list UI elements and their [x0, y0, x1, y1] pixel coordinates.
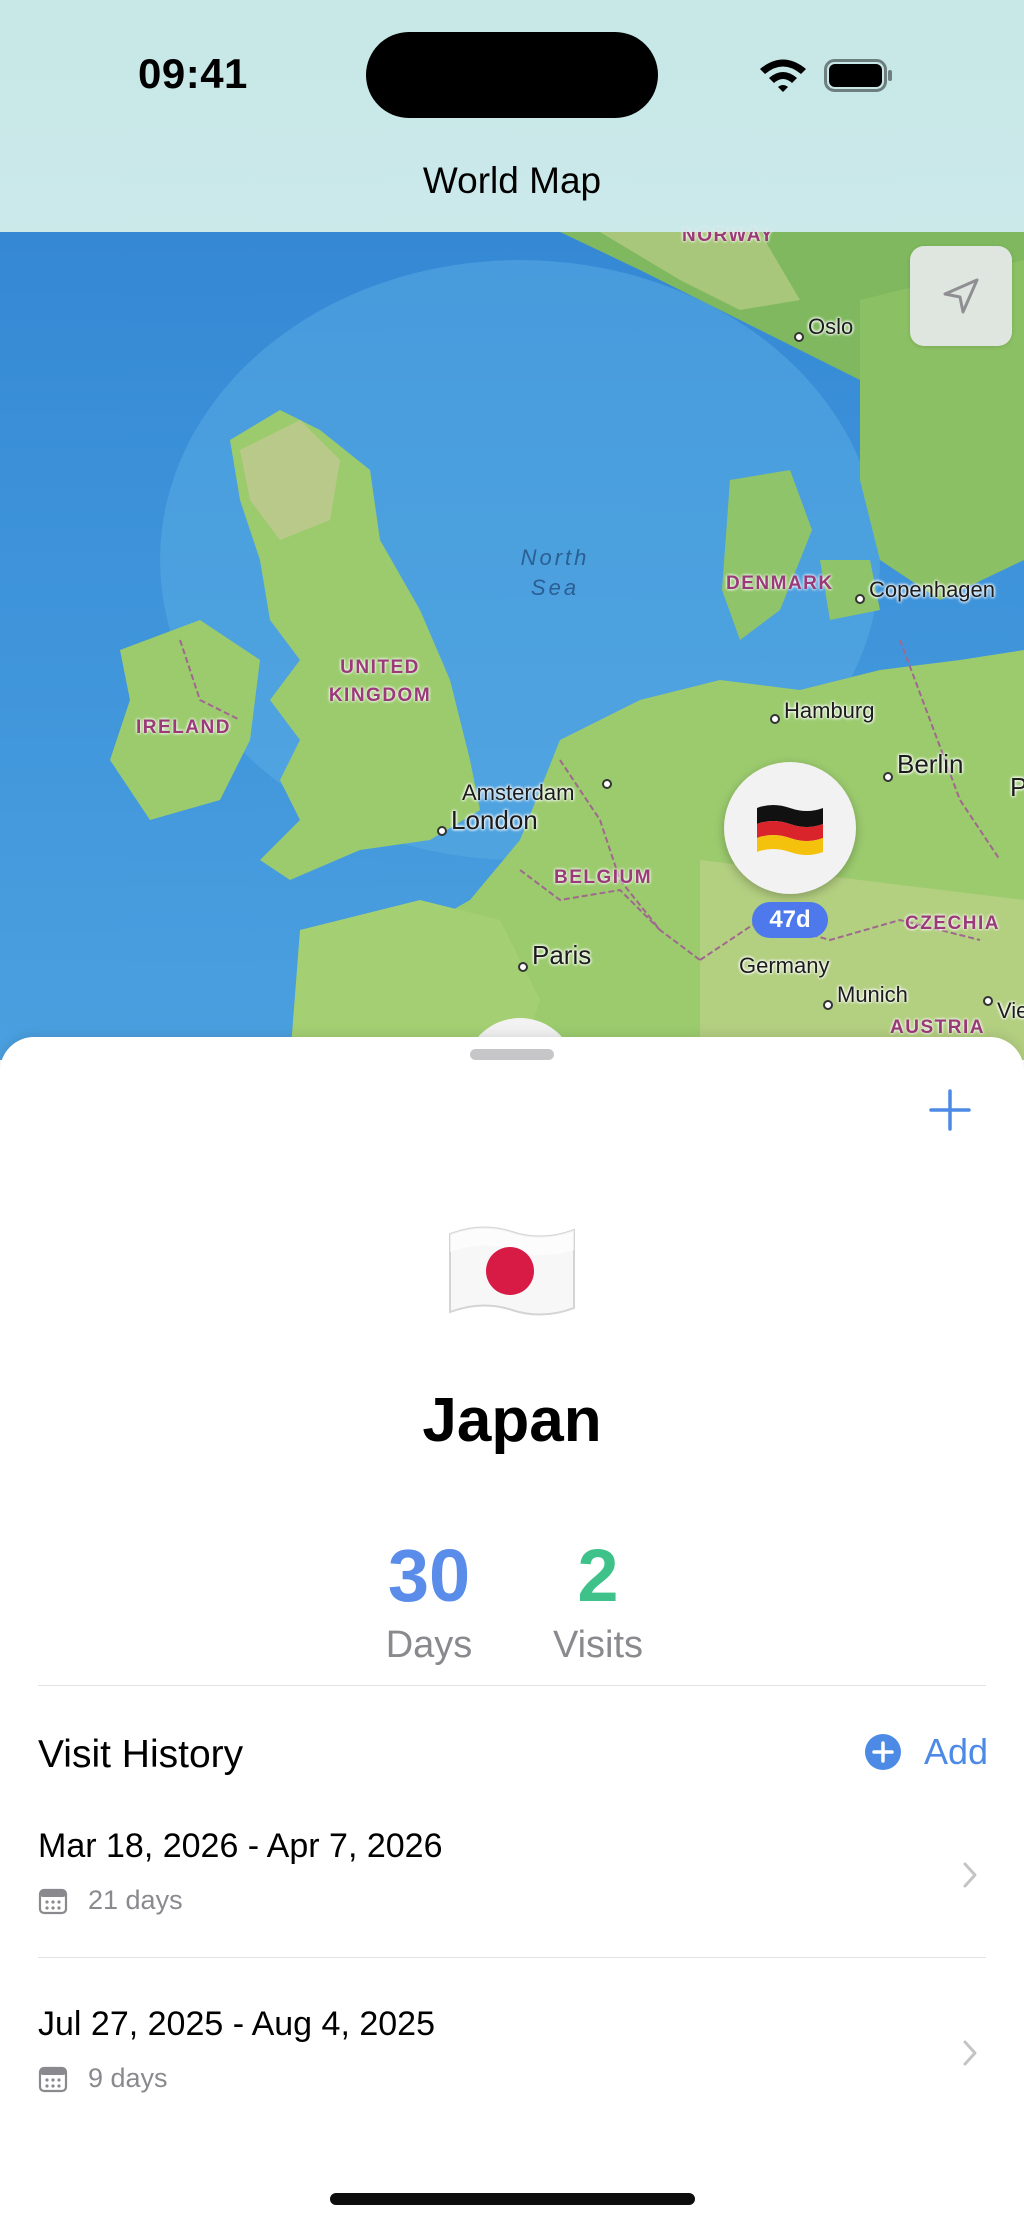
visit-row[interactable]: Jul 27, 2025 - Aug 4, 2025 9 days: [38, 2005, 986, 2135]
map-label-paris: Paris: [532, 940, 592, 970]
city-dot-london: [437, 826, 447, 836]
map-label-uk-line1: UNITED: [340, 657, 420, 678]
visit-divider: [38, 1957, 986, 1958]
locate-me-button[interactable]: [910, 246, 1012, 346]
city-dot-hamburg: [770, 714, 780, 724]
country-detail-sheet: Japan 30 Days 2 Visits Visit History Add…: [0, 1037, 1024, 2225]
map-label-denmark: DENMARK: [726, 573, 834, 594]
days-value: 30: [387, 1534, 471, 1617]
visits-label: Visits: [552, 1624, 644, 1666]
visit-row[interactable]: Mar 18, 2026 - Apr 7, 2026 21 days: [38, 1827, 986, 1957]
add-visit-button[interactable]: Add: [864, 1731, 988, 1773]
sheet-grabber[interactable]: [470, 1049, 554, 1060]
battery-icon: [824, 59, 892, 92]
visits-value: 2: [577, 1534, 619, 1617]
map-label-vienna: Vie: [997, 998, 1024, 1023]
city-dot-amsterdam: [602, 779, 612, 789]
location-arrow-icon: [943, 278, 979, 314]
visit-duration: 9 days: [88, 2063, 168, 2093]
chevron-right-icon: [963, 1862, 977, 1888]
city-dot-copenhagen: [855, 594, 865, 604]
germany-flag-icon: [757, 805, 823, 855]
days-stat: 30 Days: [362, 1536, 496, 1667]
map-label-copenhagen: Copenhagen: [869, 577, 996, 602]
days-label: Days: [385, 1624, 473, 1666]
visits-stat: 2 Visits: [538, 1536, 658, 1667]
city-dot-berlin: [883, 772, 893, 782]
map-label-amsterdam: Amsterdam: [462, 780, 575, 805]
city-dot-oslo: [794, 332, 804, 342]
plus-circle-icon: [865, 1734, 901, 1770]
home-indicator[interactable]: [330, 2193, 695, 2205]
map-label-uk-line2: KINGDOM: [328, 685, 432, 706]
city-dot-munich: [823, 1000, 833, 1010]
wifi-icon: [760, 59, 806, 92]
map-label-sea-line1: North: [520, 545, 590, 570]
map-label-hamburg: Hamburg: [784, 698, 875, 723]
map-label-germany: Germany: [739, 953, 830, 978]
visit-dates: Jul 27, 2025 - Aug 4, 2025: [38, 2005, 435, 2043]
chevron-right-icon: [963, 2040, 977, 2066]
map-label-oslo: Oslo: [808, 314, 854, 339]
visit-meta: 21 days: [38, 1885, 183, 1916]
dynamic-island: [366, 32, 658, 118]
stats-divider: [38, 1685, 986, 1686]
visit-history-title: Visit History: [38, 1733, 244, 1776]
days-badge: 47d: [752, 902, 828, 938]
add-visit-plus-button[interactable]: [922, 1082, 978, 1138]
visit-meta: 9 days: [38, 2063, 168, 2094]
add-visit-label: Add: [924, 1731, 989, 1772]
map-label-berlin: Berlin: [897, 749, 964, 779]
calendar-icon: [38, 1888, 68, 1914]
map-label-czechia: CZECHIA: [905, 913, 1000, 934]
country-marker-germany[interactable]: [724, 762, 856, 894]
navigation-header: 09:41 World Map: [0, 0, 1024, 232]
page-title: World Map: [422, 160, 602, 201]
map-label-belgium: BELGIUM: [554, 867, 653, 888]
japan-flag-icon: [449, 1226, 575, 1316]
map-label-london: London: [451, 805, 538, 835]
status-time: 09:41: [138, 50, 248, 97]
map-label-edge: P: [1010, 772, 1024, 802]
map-label-ireland: IRELAND: [136, 717, 231, 738]
map-label-sea-line2: Sea: [530, 575, 580, 600]
city-dot-vienna: [983, 996, 993, 1006]
calendar-icon: [38, 2066, 68, 2092]
visit-dates: Mar 18, 2026 - Apr 7, 2026: [38, 1827, 443, 1865]
plus-icon: [929, 1089, 971, 1131]
country-name: Japan: [422, 1386, 602, 1455]
city-dot-paris: [518, 962, 528, 972]
visit-duration: 21 days: [88, 1885, 183, 1915]
map-label-munich: Munich: [837, 982, 908, 1007]
